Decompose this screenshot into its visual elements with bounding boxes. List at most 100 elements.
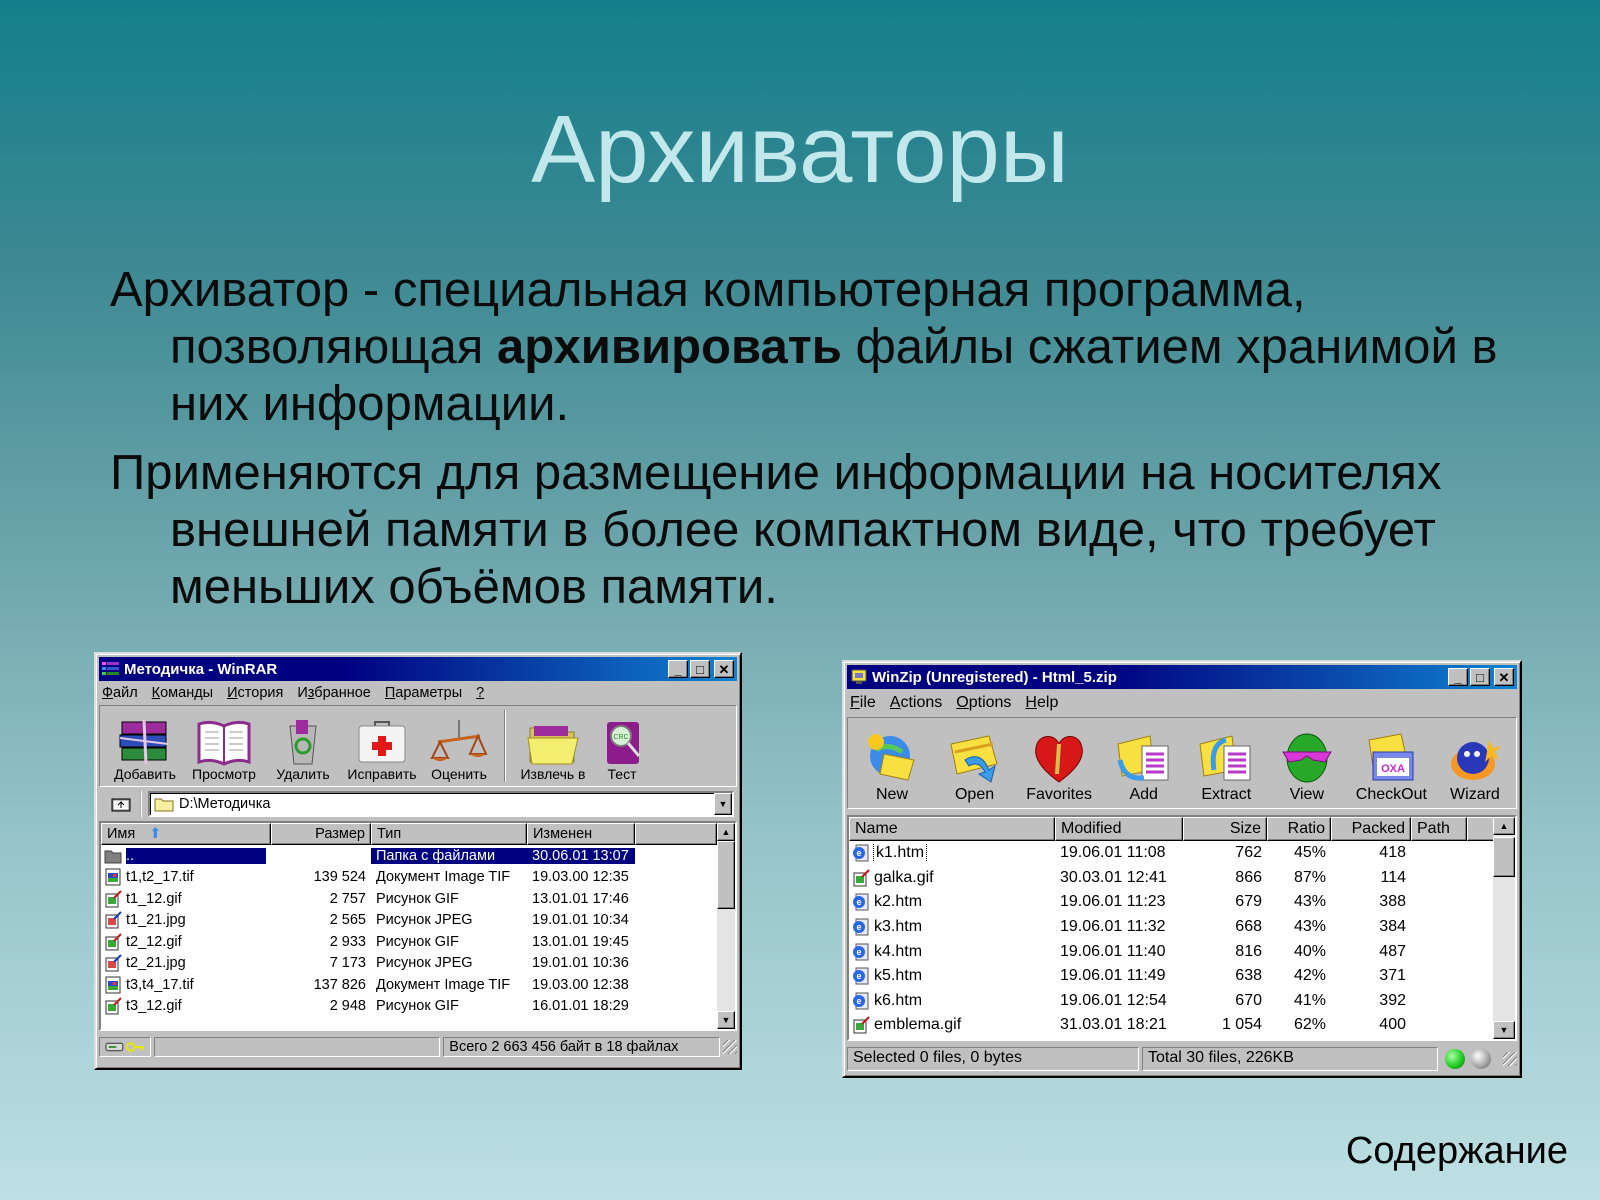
rar-menu-item[interactable]: ? bbox=[476, 685, 484, 701]
maximize-button[interactable]: □ bbox=[690, 660, 710, 678]
file-row[interactable]: galka.gif 30.03.01 12:41 866 87% 114 bbox=[849, 866, 1515, 891]
winzip-titlebar[interactable]: WinZip (Unregistered) - Html_5.zip _ □ ✕ bbox=[847, 665, 1517, 689]
resize-grip[interactable] bbox=[1503, 1052, 1517, 1066]
toolbar-add-button[interactable]: Добавить bbox=[106, 718, 184, 782]
column-ratio[interactable]: Ratio bbox=[1267, 817, 1331, 841]
toolbar-open-button[interactable]: Open bbox=[937, 730, 1013, 804]
file-row[interactable]: e k5.htm 19.06.01 11:49 638 42% 371 bbox=[849, 964, 1515, 989]
column-type[interactable]: Тип bbox=[371, 823, 527, 845]
rar-menu-item[interactable]: Параметры bbox=[385, 685, 462, 701]
column-packed[interactable]: Packed bbox=[1331, 817, 1411, 841]
toolbar-add-button[interactable]: Add bbox=[1106, 730, 1182, 804]
close-button[interactable]: ✕ bbox=[1494, 668, 1514, 686]
file-modified: 19.06.01 11:40 bbox=[1060, 942, 1166, 960]
rar-menu-item[interactable]: Избранное bbox=[297, 685, 371, 701]
file-row[interactable]: t2_12.gif 2 933 Рисунок GIF 13.01.01 19:45 bbox=[101, 931, 735, 953]
file-row[interactable]: t2_21.jpg 7 173 Рисунок JPEG 19.01.01 10:36 bbox=[101, 953, 735, 975]
toolbar-favorites-button[interactable]: Favorites bbox=[1019, 730, 1099, 804]
toolbar-extract-button[interactable]: Extract bbox=[1188, 730, 1264, 804]
file-name: t2_21.jpg bbox=[126, 955, 186, 972]
file-packed: 392 bbox=[1379, 991, 1406, 1009]
file-size: 2 948 bbox=[329, 998, 366, 1015]
tool-label: Исправить bbox=[347, 766, 417, 782]
toolbar-wizard-button[interactable]: Wizard bbox=[1440, 730, 1510, 804]
resize-grip[interactable] bbox=[723, 1040, 737, 1054]
menu-text: стория bbox=[237, 685, 284, 701]
column-extra[interactable] bbox=[635, 823, 717, 845]
rar-menu-item[interactable]: История bbox=[227, 685, 283, 701]
scroll-down-button[interactable]: ▼ bbox=[1493, 1021, 1515, 1039]
column-name[interactable]: Name bbox=[849, 817, 1055, 841]
path-combobox[interactable]: D:\Методичка ▼ bbox=[148, 791, 734, 817]
up-folder-button[interactable] bbox=[102, 791, 142, 817]
winzip-window: WinZip (Unregistered) - Html_5.zip _ □ ✕… bbox=[842, 660, 1522, 1078]
file-packed: 487 bbox=[1379, 942, 1406, 960]
toolbar-test-button[interactable]: CRC Тест bbox=[592, 718, 652, 782]
menu-accelerator: H bbox=[1025, 694, 1037, 711]
toolbar-view-button[interactable]: View bbox=[1271, 730, 1343, 804]
winrar-titlebar[interactable]: Методичка - WinRAR _ □ ✕ bbox=[99, 657, 737, 681]
status-total: Total 30 files, 226KB bbox=[1142, 1047, 1438, 1071]
column-name[interactable]: Имя ⬆ bbox=[101, 823, 271, 845]
file-row[interactable]: e k2.htm 19.06.01 11:23 679 43% 388 bbox=[849, 890, 1515, 915]
bullet-bold-term: архивировать bbox=[496, 320, 842, 374]
file-row[interactable]: t3_12.gif 2 948 Рисунок GIF 16.01.01 18:29 bbox=[101, 996, 735, 1018]
column-modified[interactable]: Изменен bbox=[527, 823, 635, 845]
file-modified: 13.01.01 19:45 bbox=[532, 933, 629, 950]
toolbar-estimate-button[interactable]: Оценить bbox=[422, 718, 496, 782]
toolbar-extract-button[interactable]: Извлечь в bbox=[514, 718, 592, 782]
scroll-up-button[interactable]: ▲ bbox=[717, 823, 735, 841]
close-button[interactable]: ✕ bbox=[714, 660, 734, 678]
file-type: Документ Image TIF bbox=[376, 976, 511, 993]
rar-menu-item[interactable]: Файл bbox=[102, 685, 138, 701]
toolbar-new-button[interactable]: New bbox=[854, 730, 930, 804]
maximize-button[interactable]: □ bbox=[1470, 668, 1490, 686]
scroll-thumb[interactable] bbox=[1493, 837, 1515, 877]
scroll-up-button[interactable]: ▲ bbox=[1493, 817, 1515, 835]
scroll-down-button[interactable]: ▼ bbox=[717, 1011, 735, 1029]
file-row[interactable]: emblema.gif 31.03.01 18:21 1 054 62% 400 bbox=[849, 1013, 1515, 1038]
path-dropdown-button[interactable]: ▼ bbox=[714, 793, 732, 815]
vertical-scrollbar[interactable]: ▲ ▼ bbox=[1493, 817, 1515, 1039]
file-row[interactable]: e k4.htm 19.06.01 11:40 816 40% 487 bbox=[849, 939, 1515, 964]
status-drive-panel[interactable] bbox=[99, 1037, 151, 1057]
list-header: Имя ⬆ Размер Тип Изменен bbox=[101, 823, 735, 845]
view-icon bbox=[1277, 730, 1337, 786]
file-modified: 19.03.00 12:35 bbox=[532, 869, 629, 886]
toolbar-repair-button[interactable]: Исправить bbox=[342, 718, 422, 782]
file-name-cell: e k5.htm bbox=[849, 967, 1055, 985]
file-row[interactable]: t1_12.gif 2 757 Рисунок GIF 13.01.01 17:46 bbox=[101, 888, 735, 910]
file-name-cell: t1_12.gif bbox=[101, 890, 271, 908]
toolbar-delete-button[interactable]: Удалить bbox=[264, 718, 342, 782]
zip-menu-item[interactable]: Options bbox=[956, 694, 1011, 712]
column-size[interactable]: Размер bbox=[271, 823, 371, 845]
file-row-partial[interactable] bbox=[101, 1017, 735, 1025]
column-size[interactable]: Size bbox=[1183, 817, 1267, 841]
vertical-scrollbar[interactable]: ▲ ▼ bbox=[717, 823, 735, 1029]
file-row[interactable]: e k6.htm 19.06.01 12:54 670 41% 392 bbox=[849, 989, 1515, 1014]
file-row[interactable]: e k3.htm 19.06.01 11:32 668 43% 384 bbox=[849, 915, 1515, 940]
file-row[interactable]: t1_21.jpg 2 565 Рисунок JPEG 19.01.01 10:34 bbox=[101, 910, 735, 932]
svg-text:e: e bbox=[856, 996, 861, 1006]
file-row[interactable]: e k1.htm 19.06.01 11:08 762 45% 418 bbox=[849, 841, 1515, 866]
contents-link[interactable]: Содержание bbox=[1346, 1130, 1568, 1173]
gif-file-icon bbox=[105, 890, 122, 908]
toolbar-checkout-button[interactable]: OXA CheckOut bbox=[1349, 730, 1433, 804]
minimize-button[interactable]: _ bbox=[668, 660, 688, 678]
zip-menu-item[interactable]: Actions bbox=[890, 694, 942, 712]
file-packed: 114 bbox=[1380, 868, 1406, 886]
column-modified[interactable]: Modified bbox=[1055, 817, 1183, 841]
zip-menu-item[interactable]: Help bbox=[1025, 694, 1058, 712]
scroll-thumb[interactable] bbox=[717, 841, 735, 909]
column-path[interactable]: Path bbox=[1411, 817, 1467, 841]
file-row[interactable]: t1,t2_17.tif 139 524 Документ Image TIF 19.… bbox=[101, 867, 735, 889]
rar-menu-item[interactable]: Команды bbox=[152, 685, 213, 701]
file-row[interactable]: .. Папка с файлами 30.06.01 13:07 bbox=[101, 845, 735, 867]
file-row[interactable]: t3,t4_17.tif 137 826 Документ Image TIF 19.… bbox=[101, 974, 735, 996]
toolbar-view-button[interactable]: Просмотр bbox=[184, 718, 264, 782]
recycle-bin-icon bbox=[274, 718, 332, 766]
file-name: k6.htm bbox=[874, 991, 923, 1009]
minimize-button[interactable]: _ bbox=[1448, 668, 1468, 686]
zip-menu-item[interactable]: File bbox=[850, 694, 876, 712]
tool-label: Тест bbox=[607, 766, 637, 782]
